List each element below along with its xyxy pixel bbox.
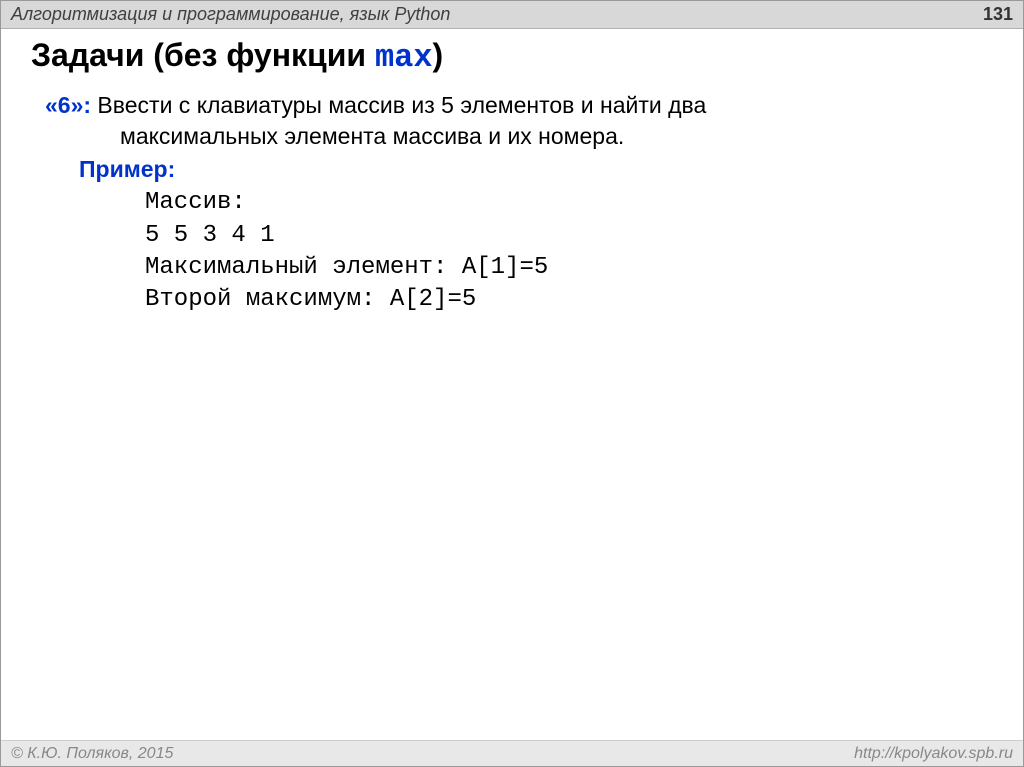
header-title: Алгоритмизация и программирование, язык …	[11, 4, 450, 25]
page-number: 131	[983, 4, 1013, 25]
task-label: «6»:	[45, 92, 91, 118]
title-suffix: )	[433, 37, 444, 73]
mono-line-3: Максимальный элемент: A[1]=5	[145, 252, 993, 284]
task-text-first: Ввести с клавиатуры массив из 5 элементо…	[91, 92, 706, 118]
page-title: Задачи (без функции max)	[31, 37, 993, 76]
example-output: Массив: 5 5 3 4 1 Максимальный элемент: …	[45, 187, 993, 317]
title-prefix: Задачи (без функции	[31, 37, 375, 73]
footer-bar: © К.Ю. Поляков, 2015 http://kpolyakov.sp…	[1, 740, 1023, 766]
footer-url: http://kpolyakov.spb.ru	[854, 745, 1013, 763]
header-bar: Алгоритмизация и программирование, язык …	[1, 1, 1023, 29]
mono-line-4: Второй максимум: A[2]=5	[145, 284, 993, 316]
title-func: max	[375, 39, 433, 76]
mono-line-1: Массив:	[145, 187, 993, 219]
task-line-2: максимальных элемента массива и их номер…	[45, 121, 993, 152]
task-line-1: «6»: Ввести с клавиатуры массив из 5 эле…	[45, 90, 993, 121]
task-body: «6»: Ввести с клавиатуры массив из 5 эле…	[31, 90, 993, 317]
mono-line-2: 5 5 3 4 1	[145, 220, 993, 252]
example-label: Пример:	[45, 154, 993, 185]
content-area: Задачи (без функции max) «6»: Ввести с к…	[1, 29, 1023, 317]
footer-copyright: © К.Ю. Поляков, 2015	[11, 745, 173, 763]
